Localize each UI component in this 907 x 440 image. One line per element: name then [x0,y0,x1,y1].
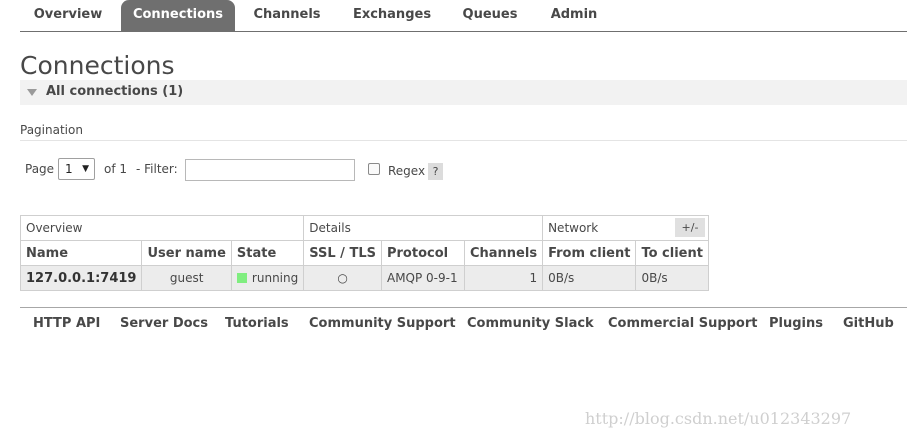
pagination-heading: Pagination [20,123,83,137]
table-row[interactable]: 127.0.0.1:7419 guest running ○ AMQP 0-9-… [19,265,709,291]
watermark: http://blog.csdn.net/u012343297 [585,409,852,428]
footer-link-plugins[interactable]: Plugins [769,316,823,331]
group-header-details: Details [303,215,544,241]
tab-admin[interactable]: Admin [540,0,608,31]
page-label: Page [25,162,55,176]
filter-label: - Filter: [136,162,178,176]
tab-exchanges[interactable]: Exchanges [342,0,442,31]
footer-link-http-api[interactable]: HTTP API [33,316,100,331]
column-header-from-client[interactable]: From client [542,240,637,266]
divider [20,140,907,141]
page-select[interactable]: 1 ▼ [58,158,95,180]
column-header-ssl-tls[interactable]: SSL / TLS [303,240,382,266]
table-header-row: Name User name State SSL / TLS Protocol … [19,240,709,266]
group-header-overview: Overview [19,215,305,241]
section-label: All connections (1) [46,84,184,99]
regex-label: Regex [388,164,426,178]
triangle-down-icon [27,89,37,96]
tab-queues[interactable]: Queues [452,0,528,31]
footer-link-server-docs[interactable]: Server Docs [120,316,208,331]
page-select-value: 1 [65,162,73,176]
main-nav-tabs: Overview Connections Channels Exchanges … [20,0,907,32]
column-header-name[interactable]: Name [19,240,143,266]
connections-table: Overview Details Network Name User name … [19,215,709,291]
table-group-header-row: Overview Details Network [19,215,709,241]
status-dot-icon [236,273,247,283]
chevron-down-icon: ▼ [82,164,89,174]
state-label: running [251,271,299,285]
cell-protocol: AMQP 0-9-1 [380,265,465,291]
cell-from-client: 0B/s [542,265,637,291]
column-header-channels[interactable]: Channels [463,240,544,266]
cell-state: running [230,265,305,291]
cell-to-client: 0B/s [635,265,709,291]
page-title: Connections [20,51,175,80]
cell-channels: 1 [463,265,544,291]
footer-link-github[interactable]: GitHub [843,316,894,331]
column-header-state[interactable]: State [230,240,305,266]
columns-toggle-button[interactable]: +/- [675,218,705,237]
tab-overview[interactable]: Overview [20,0,116,31]
column-header-user-name[interactable]: User name [141,240,232,266]
cell-ssl-tls: ○ [303,265,382,291]
tab-connections[interactable]: Connections [121,0,235,31]
footer-link-community-support[interactable]: Community Support [309,316,456,331]
footer-divider [20,307,907,308]
footer-link-community-slack[interactable]: Community Slack [467,316,594,331]
tab-channels[interactable]: Channels [242,0,332,31]
column-header-to-client[interactable]: To client [635,240,709,266]
column-header-protocol[interactable]: Protocol [380,240,465,266]
all-connections-section-header[interactable]: All connections (1) [20,80,907,105]
regex-checkbox[interactable] [368,163,380,175]
footer-link-commercial-support[interactable]: Commercial Support [608,316,758,331]
footer-link-tutorials[interactable]: Tutorials [225,316,289,331]
cell-user-name: guest [141,265,232,291]
connection-name-link[interactable]: 127.0.0.1:7419 [19,265,143,291]
regex-help-button[interactable]: ? [428,163,443,180]
page-count-label: of 1 [104,162,128,176]
filter-input[interactable] [185,159,355,181]
